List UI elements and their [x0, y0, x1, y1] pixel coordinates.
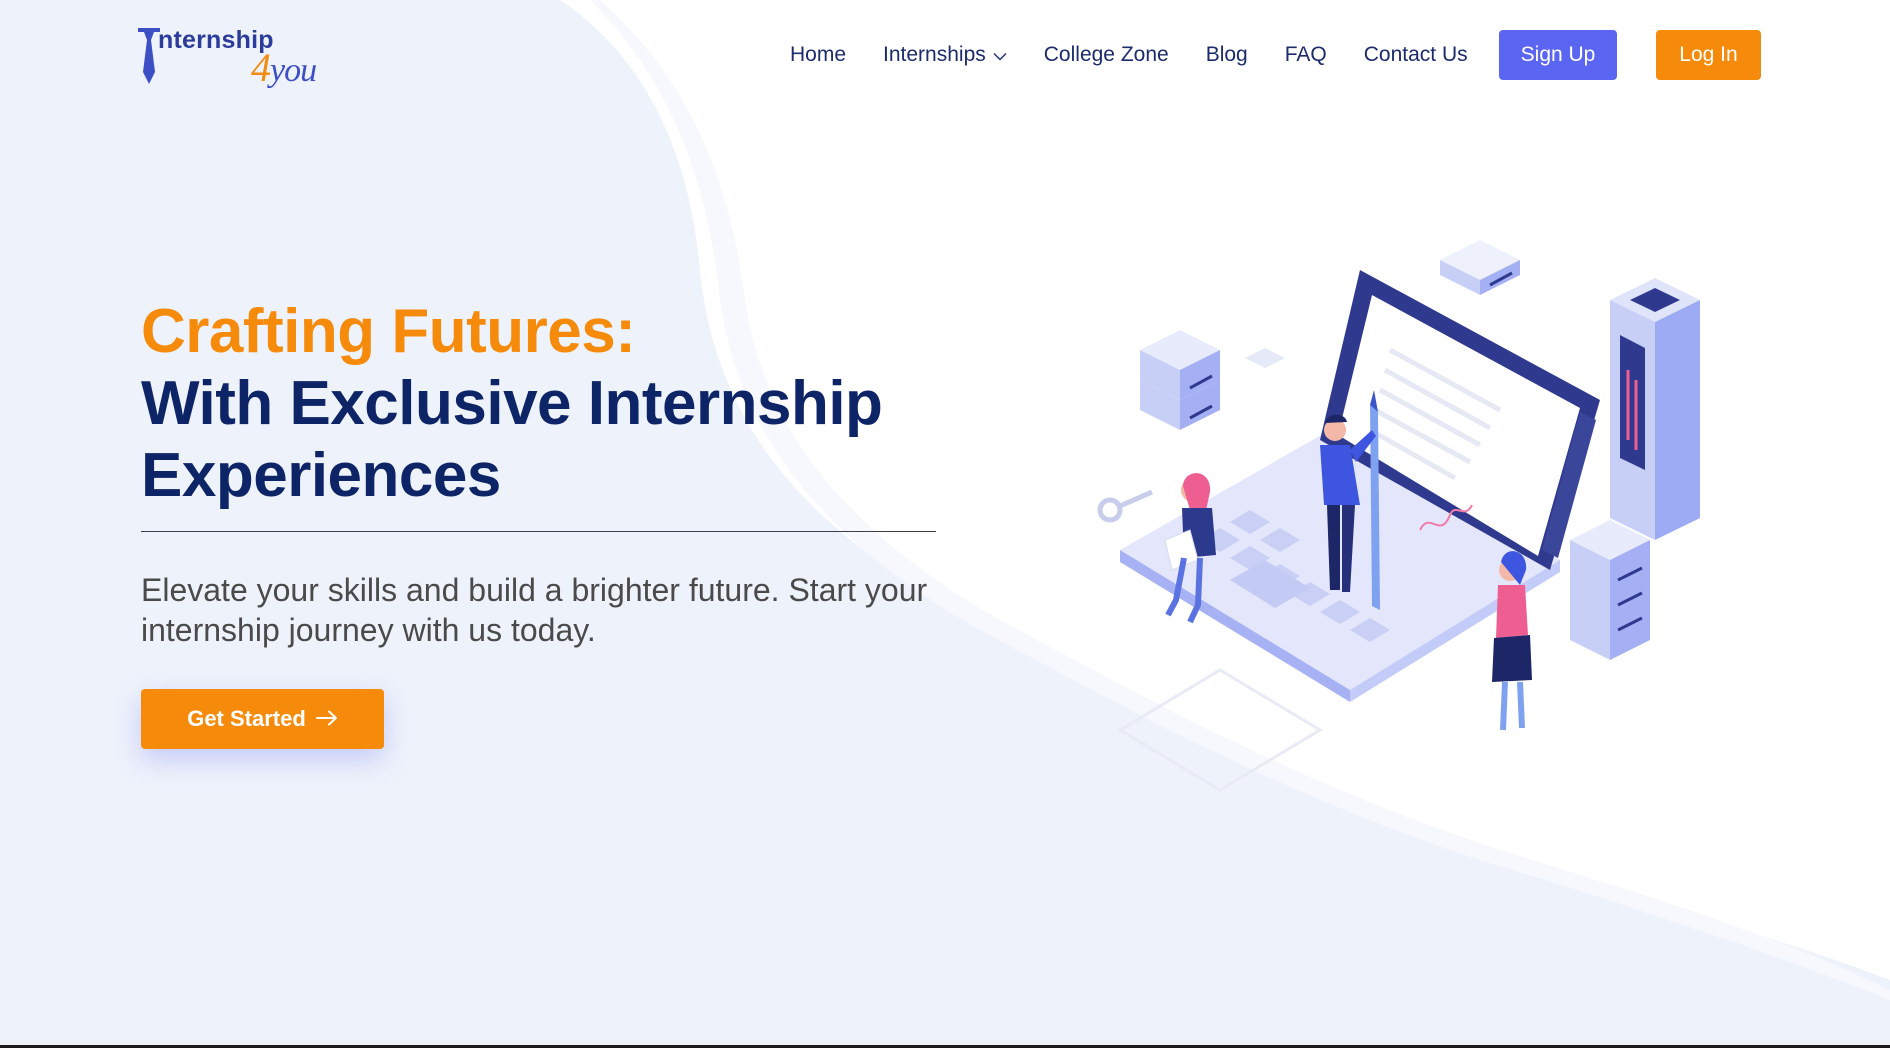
logo-you: you	[270, 52, 317, 89]
site-logo[interactable]: nternship 4you	[138, 22, 328, 91]
chevron-down-icon	[993, 43, 1007, 67]
logo-number: 4you	[251, 44, 317, 91]
nav-blog[interactable]: Blog	[1206, 43, 1248, 67]
nav-home-label: Home	[790, 43, 847, 66]
nav-blog-label: Blog	[1205, 43, 1248, 66]
hero-section: Crafting Futures: With Exclusive Interns…	[141, 296, 941, 682]
signup-button[interactable]: Sign Up	[1499, 30, 1617, 80]
nav-internships-label: Internships	[883, 43, 986, 66]
tie-icon	[138, 28, 160, 84]
hero-title-line-2: With Exclusive Internship	[141, 369, 883, 438]
hero-illustration	[1097, 240, 1700, 792]
get-started-label: Get Started	[187, 706, 306, 731]
nav-contact-us[interactable]: Contact Us	[1364, 43, 1468, 67]
hero-title-highlight: Crafting Futures:	[141, 297, 636, 366]
nav-contact-us-label: Contact Us	[1363, 43, 1468, 66]
nav-faq[interactable]: FAQ	[1285, 43, 1327, 67]
nav-college-zone-label: College Zone	[1043, 43, 1169, 66]
nav-college-zone[interactable]: College Zone	[1044, 43, 1169, 67]
hero-subtitle: Elevate your skills and build a brighter…	[141, 572, 928, 648]
nav-internships[interactable]: Internships	[883, 43, 1007, 67]
hero-title-line-3: Experiences	[141, 441, 501, 510]
hero-divider	[141, 531, 936, 532]
logo-four: 4	[251, 45, 271, 90]
arrow-right-icon	[315, 705, 338, 733]
get-started-button[interactable]: Get Started	[141, 689, 384, 749]
site-header: nternship 4you Home Internships College …	[0, 0, 1890, 110]
nav-faq-label: FAQ	[1284, 43, 1327, 66]
login-button[interactable]: Log In	[1656, 30, 1761, 80]
nav-home[interactable]: Home	[790, 43, 846, 67]
main-nav: Home Internships College Zone Blog FAQ C…	[790, 30, 1505, 80]
